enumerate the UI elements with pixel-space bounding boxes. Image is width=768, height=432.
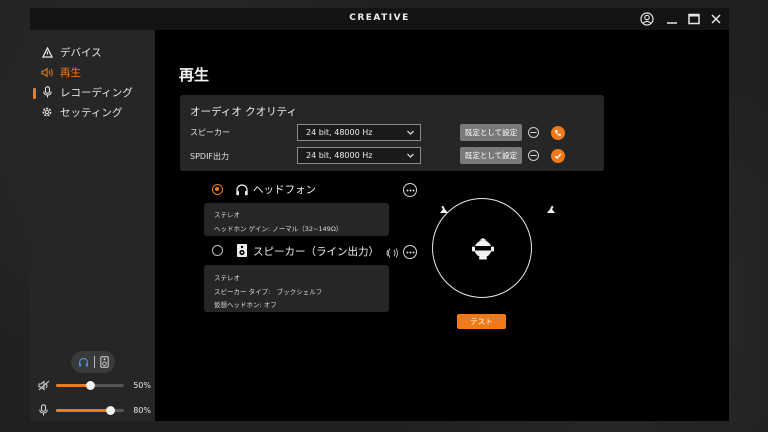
mic-volume-value: 80% (133, 405, 151, 415)
sidebar-item-label: セッティング (60, 106, 123, 119)
select-value: 24 bit, 48000 Hz (306, 151, 373, 160)
main-content: 再生 オーディオ クオリティ スピーカー 24 bit, 48000 Hz 既定… (155, 30, 729, 421)
speaker-position-ring (432, 198, 532, 298)
speaker-quality-label: スピーカー (190, 128, 230, 137)
chevron-down-icon (406, 128, 415, 139)
info-line: スピーカー タイプ: ブックシェルフ (214, 288, 323, 296)
speaker-volume-value: 50% (133, 380, 151, 390)
sidebar-item-label: 再生 (60, 66, 81, 79)
headphone-info-card: ステレオ ヘッドホン ゲイン: ノーマル（32~149Ω） (204, 203, 389, 236)
speaker-output-label: スピーカー（ライン出力） (253, 246, 379, 258)
more-options-icon[interactable] (528, 150, 539, 161)
speaker-icon (99, 353, 109, 372)
spdif-quality-select[interactable]: 24 bit, 48000 Hz (297, 147, 421, 164)
sidebar: デバイス 再生 レコーディング セッティング 50% 80% (30, 30, 155, 421)
gear-icon (40, 105, 54, 119)
microphone-icon (38, 401, 49, 420)
speaker-icon (236, 243, 248, 262)
slider-handle[interactable] (105, 405, 115, 415)
toggle-divider (93, 356, 95, 368)
chevron-down-icon (406, 151, 415, 162)
sidebar-item-label: デバイス (60, 46, 102, 59)
more-options-icon[interactable] (528, 127, 539, 138)
select-value: 24 bit, 48000 Hz (306, 128, 373, 137)
output-mode-toggle[interactable] (71, 351, 115, 373)
active-nav-marker (33, 88, 36, 99)
slider-handle[interactable] (85, 380, 95, 390)
brand-logo: CREATIVE (349, 13, 410, 23)
headphone-icon (78, 353, 89, 372)
sidebar-item-settings[interactable]: セッティング (40, 104, 150, 120)
test-button[interactable]: テスト (457, 314, 506, 329)
speaker-quality-select[interactable]: 24 bit, 48000 Hz (297, 124, 421, 141)
sidebar-item-recording[interactable]: レコーディング (40, 84, 150, 100)
checkmark-icon (551, 149, 565, 163)
sidebar-item-playback[interactable]: 再生 (40, 64, 150, 80)
info-line: 仮想ヘッドホン: オフ (214, 301, 277, 309)
audio-quality-panel: オーディオ クオリティ スピーカー 24 bit, 48000 Hz 既定として… (180, 95, 604, 171)
headphone-icon (235, 182, 249, 201)
sound-waves-icon (385, 244, 399, 263)
audio-quality-title: オーディオ クオリティ (190, 106, 297, 118)
speaker-output-radio[interactable] (212, 245, 223, 256)
speaker-volume-slider[interactable]: 50% (38, 378, 153, 392)
headphone-output-label: ヘッドフォン (253, 184, 316, 196)
info-line: ヘッドホン ゲイン: ノーマル（32~149Ω） (214, 225, 343, 233)
slider-track[interactable] (56, 405, 124, 415)
right-speaker-icon (545, 202, 557, 221)
speaker-info-card: ステレオ スピーカー タイプ: ブックシェルフ 仮想ヘッドホン: オフ (204, 265, 389, 312)
speaker-active-icon (551, 126, 565, 140)
sidebar-item-label: レコーディング (60, 86, 133, 99)
device-icon (40, 45, 54, 59)
headphone-output-radio[interactable] (212, 184, 223, 195)
title-bar: CREATIVE (30, 8, 729, 30)
close-icon[interactable] (708, 11, 724, 27)
minimize-icon[interactable] (664, 11, 680, 27)
info-line: ステレオ (214, 274, 240, 282)
app-window: CREATIVE デバイス 再生 レコーディング セッティング 50% 80% … (30, 8, 729, 421)
slider-fill (56, 383, 90, 387)
listener-head-icon (470, 236, 496, 266)
info-line: ステレオ (214, 211, 240, 219)
headphone-more-icon[interactable] (403, 183, 417, 197)
mic-volume-slider[interactable]: 80% (38, 403, 153, 417)
spdif-quality-label: SPDIF出力 (190, 152, 230, 161)
speaker-volume-icon (38, 376, 50, 395)
slider-track[interactable] (56, 380, 124, 390)
slider-fill (56, 408, 111, 412)
maximize-icon[interactable] (686, 11, 702, 27)
set-default-button[interactable]: 既定として設定 (460, 124, 522, 141)
page-title: 再生 (179, 66, 210, 84)
microphone-icon (40, 85, 54, 99)
sidebar-item-device[interactable]: デバイス (40, 44, 150, 60)
set-default-button[interactable]: 既定として設定 (460, 147, 522, 164)
account-icon[interactable] (639, 11, 655, 27)
playback-icon (40, 65, 54, 79)
speaker-more-icon[interactable] (403, 245, 417, 259)
